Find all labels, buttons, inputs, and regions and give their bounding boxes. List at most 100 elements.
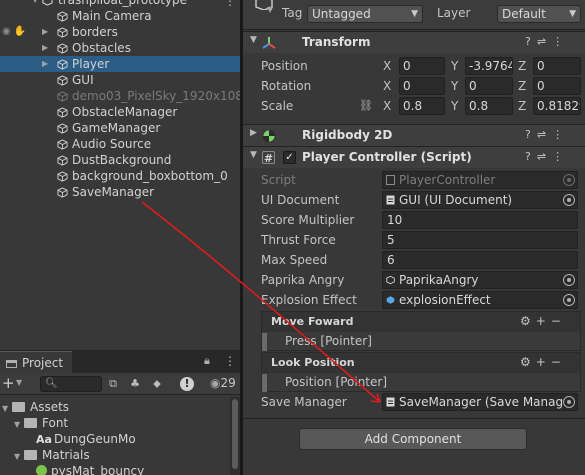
add-component-button[interactable]: Add Component [299, 428, 527, 450]
filter-by-label-icon[interactable]: ♣ [128, 377, 142, 391]
chevron-down-icon[interactable]: ▼ [250, 150, 257, 160]
more-vertical-icon[interactable]: ⋮ [224, 354, 236, 368]
object-picker-icon[interactable] [563, 294, 575, 306]
axis-z-label[interactable]: Z [518, 59, 526, 73]
presets-icon[interactable]: ⇌ [537, 150, 552, 163]
object-picker-icon[interactable] [563, 274, 575, 286]
axis-z-label[interactable]: Z [518, 79, 526, 93]
transform-x-field[interactable]: 0 [399, 57, 445, 75]
project-search-input[interactable]: 🔍︎ [40, 376, 102, 392]
more-vertical-icon[interactable]: ⋮ [552, 35, 569, 48]
save-manager-field[interactable]: SaveManager (Save Manage [382, 393, 578, 411]
chevron-right-icon[interactable]: ▶ [42, 24, 52, 40]
tag-dropdown[interactable]: Untagged ▼ [307, 5, 423, 23]
hierarchy-item[interactable]: GameManager [0, 120, 240, 136]
chevron-right-icon[interactable]: ▶ [250, 128, 257, 138]
hierarchy-item[interactable]: demo03_PixelSky_1920x1080 [0, 88, 240, 104]
project-tree-item[interactable]: ▼ Font [14, 415, 68, 431]
hierarchy-item[interactable]: GUI [0, 72, 240, 88]
visibility-icon[interactable]: ◉ ✋ [0, 24, 28, 40]
project-tree-item[interactable]: Aa DungGeunMo [26, 431, 136, 447]
pickability-icon[interactable] [0, 40, 28, 56]
remove-icon[interactable]: − [551, 355, 566, 369]
add-asset-button[interactable]: + [2, 374, 15, 392]
hierarchy-item[interactable]: ▶ Player [0, 56, 240, 72]
axis-x-label[interactable]: X [383, 99, 391, 113]
thrust-force-field[interactable]: 5 [382, 231, 578, 249]
player-controller-header[interactable]: ▼ # ✓ Player Controller (Script) ?⇌⋮ [243, 146, 585, 168]
hierarchy-item[interactable]: DustBackground [0, 152, 240, 168]
chevron-right-icon[interactable]: ▶ [42, 56, 52, 72]
project-tree-item[interactable]: pysMat_bouncy [26, 463, 144, 475]
score-multiplier-field[interactable]: 10 [382, 211, 578, 229]
move-foward-binding[interactable]: Press [Pointer] [285, 334, 372, 348]
help-icon[interactable]: ? [525, 128, 537, 141]
lock-icon[interactable]: 🔒︎ [204, 354, 210, 368]
more-vertical-icon[interactable]: ⋮ [552, 128, 569, 141]
tag-icon[interactable]: ⬥ [150, 377, 164, 391]
chevron-down-icon[interactable]: ▼ [250, 35, 257, 45]
object-picker-icon[interactable] [563, 396, 575, 408]
help-icon[interactable]: ? [525, 35, 537, 48]
presets-icon[interactable]: ⇌ [537, 128, 552, 141]
chevron-down-icon[interactable]: ▼ [32, 0, 42, 8]
transform-x-field[interactable]: 0.8 [399, 97, 445, 115]
project-tree-item[interactable]: ▼ Assets [2, 399, 69, 415]
transform-z-field[interactable]: 0.81829 [533, 97, 581, 115]
explosion-effect-field[interactable]: explosionEffect [382, 291, 578, 309]
add-binding-icon[interactable]: + [536, 355, 551, 369]
component-enabled-checkbox[interactable]: ✓ [283, 151, 296, 164]
transform-x-field[interactable]: 0 [399, 77, 445, 95]
hierarchy-item[interactable]: ▶ Obstacles [0, 40, 240, 56]
axis-z-label[interactable]: Z [518, 99, 526, 113]
look-position-binding[interactable]: Position [Pointer] [285, 375, 387, 389]
layer-dropdown[interactable]: Default ▼ [497, 5, 581, 23]
project-tree-item[interactable]: ▼ Matrials [14, 447, 90, 463]
explosion-effect-label: Explosion Effect [261, 293, 357, 307]
more-vertical-icon[interactable]: ⋮ [224, 0, 236, 8]
constrain-proportions-icon[interactable]: ⛓ [359, 99, 373, 112]
hierarchy-item[interactable]: Main Camera [0, 8, 240, 24]
transform-y-field[interactable]: 0 [465, 77, 513, 95]
chevron-down-icon[interactable]: ▼ [14, 449, 24, 465]
chevron-right-icon[interactable]: ▶ [42, 40, 52, 56]
presets-icon[interactable]: ⇌ [537, 35, 552, 48]
project-scrollbar[interactable] [230, 397, 240, 475]
gear-icon[interactable]: ⚙ [520, 314, 536, 328]
warning-icon[interactable]: ! [180, 377, 194, 391]
axis-y-label[interactable]: Y [451, 99, 458, 113]
rigidbody2d-header[interactable]: ▶ Rigidbody 2D ?⇌⋮ [243, 124, 585, 146]
hierarchy-scene-root[interactable]: ▼ trashpiloat_prototype [0, 0, 240, 8]
gear-icon[interactable]: ⚙ [520, 355, 536, 369]
paprika-angry-field[interactable]: PaprikaAngry [382, 271, 578, 289]
hierarchy-item[interactable]: Audio Source [0, 136, 240, 152]
transform-z-field[interactable]: 0 [533, 57, 581, 75]
object-picker-icon[interactable] [563, 194, 575, 206]
transform-y-field[interactable]: 0.8 [465, 97, 513, 115]
hierarchy-item[interactable]: ObstacleManager [0, 104, 240, 120]
hierarchy-item[interactable]: background_boxbottom_0 [0, 168, 240, 184]
help-icon[interactable]: ? [525, 150, 537, 163]
ui-document-field[interactable]: GUI (UI Document) [382, 191, 578, 209]
axis-x-label[interactable]: X [383, 79, 391, 93]
chevron-down-icon[interactable]: ▼ [14, 417, 24, 433]
transform-z-field[interactable]: 0 [533, 77, 581, 95]
chevron-down-icon[interactable]: ▼ [2, 401, 12, 417]
search-by-type-icon[interactable]: ⧉ [106, 377, 120, 391]
more-vertical-icon[interactable]: ⋮ [552, 150, 569, 163]
tab-project[interactable]: Project [0, 351, 72, 373]
chevron-down-icon[interactable]: ▼ [267, 5, 273, 14]
hidden-packages-count[interactable]: ◉29 [210, 376, 236, 390]
chevron-down-icon[interactable]: ▼ [16, 378, 22, 387]
hierarchy-item[interactable]: ◉ ✋ ▶ borders [0, 24, 240, 40]
hierarchy-item[interactable]: SaveManager [0, 184, 240, 200]
transform-y-field[interactable]: -3.9764 [465, 57, 513, 75]
add-binding-icon[interactable]: + [536, 314, 551, 328]
remove-icon[interactable]: − [551, 314, 566, 328]
axis-y-label[interactable]: Y [451, 79, 458, 93]
axis-x-label[interactable]: X [383, 59, 391, 73]
transform-header[interactable]: ▼ Transform ?⇌⋮ [243, 31, 585, 53]
max-speed-field[interactable]: 6 [382, 251, 578, 269]
axis-y-label[interactable]: Y [451, 59, 458, 73]
scrollbar-thumb[interactable] [232, 399, 238, 469]
